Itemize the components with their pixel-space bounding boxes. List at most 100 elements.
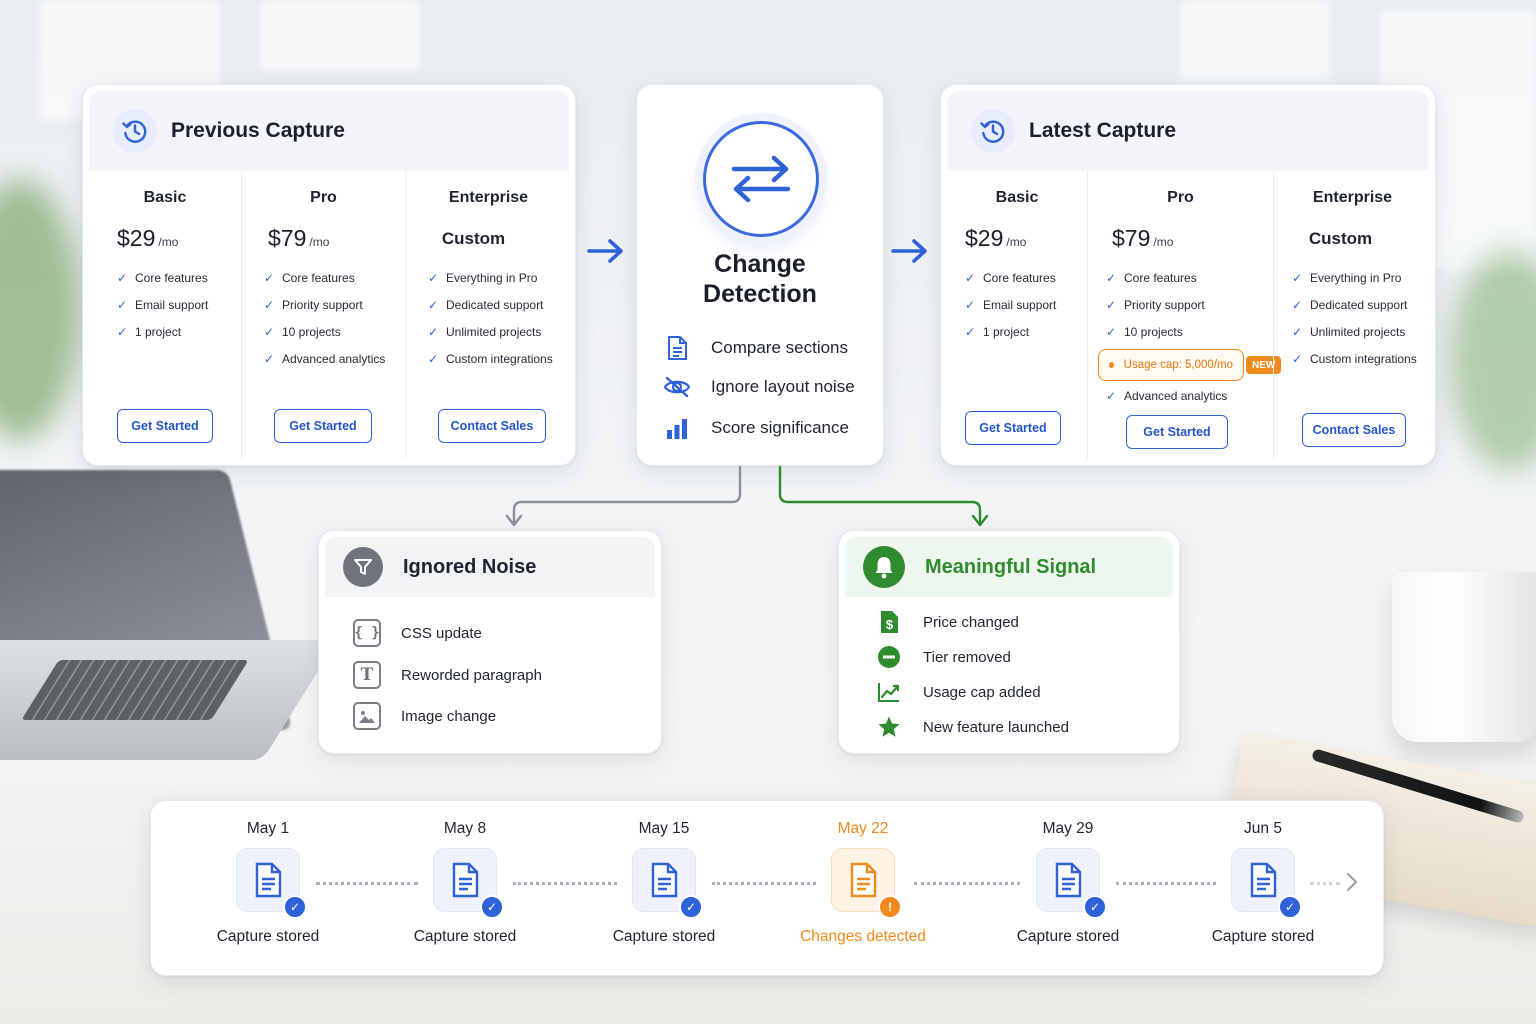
feature-item: ✓ Core features	[1106, 271, 1197, 285]
previous-capture-card: Previous Capture Basic $29/mo ✓ Core feat…	[82, 84, 576, 466]
warning-dot-icon	[1109, 362, 1114, 368]
clock-history-icon	[113, 109, 157, 153]
check-badge-icon: ✓	[679, 895, 703, 919]
eye-off-icon	[663, 376, 691, 398]
noise-item-css: { } CSS update	[353, 619, 482, 647]
feature-item: ✓ Dedicated support	[428, 298, 544, 312]
get-started-button[interactable]: Get Started	[1126, 415, 1228, 449]
price-tag-icon: $	[875, 608, 903, 636]
previous-capture-title: Previous Capture	[171, 119, 345, 142]
chevron-right-icon[interactable]	[1344, 871, 1360, 893]
document-icon: ✓	[433, 848, 504, 919]
timeline-status: Changes detected	[800, 928, 926, 945]
feature-item: ✓ Core features	[117, 271, 208, 285]
feature-item: ✓ 1 project	[965, 325, 1030, 339]
minus-circle-icon	[875, 643, 903, 671]
document-warning-icon: !	[831, 848, 902, 919]
check-badge-icon: ✓	[283, 895, 307, 919]
compare-sections-item: Compare sections	[663, 335, 848, 361]
check-icon: ✓	[264, 298, 275, 312]
change-detection-title: Change Detection	[703, 250, 817, 308]
ignored-noise-card: Ignored Noise { } CSS update T Reworded …	[318, 530, 662, 754]
document-icon: ✓	[1231, 848, 1302, 919]
check-icon: ✓	[1292, 271, 1303, 285]
check-badge-icon: ✓	[480, 895, 504, 919]
timeline-node[interactable]: May 15 ✓ Capture stored	[599, 820, 729, 946]
ignored-noise-header: Ignored Noise	[325, 537, 655, 597]
svg-text:$: $	[886, 617, 894, 632]
check-icon: ✓	[1292, 352, 1303, 366]
timeline-status: Capture stored	[1016, 928, 1120, 945]
timeline-date: May 15	[638, 820, 690, 837]
feature-item: ✓ Unlimited projects	[1292, 325, 1406, 339]
feature-item: ✓ Advanced analytics	[264, 352, 386, 366]
meaningful-signal-card: Meaningful Signal $ Price changed Tier r…	[838, 530, 1180, 754]
feature-item: ✓ Email support	[965, 298, 1057, 312]
tier-price: Custom	[441, 229, 506, 248]
timeline-node[interactable]: May 8 ✓ Capture stored	[400, 820, 530, 946]
tier-enterprise: Enterprise Custom ✓ Everything in Pro ✓ De…	[405, 171, 571, 459]
timeline-date: May 1	[246, 820, 290, 837]
contact-sales-button[interactable]: Contact Sales	[1302, 413, 1406, 447]
feature-item: ✓ 10 projects	[1106, 325, 1183, 339]
timeline-status: Capture stored	[216, 928, 320, 945]
get-started-button[interactable]: Get Started	[117, 409, 213, 443]
check-icon: ✓	[428, 298, 439, 312]
tier-name: Basic	[995, 189, 1039, 206]
check-icon: ✓	[117, 298, 128, 312]
meaningful-signal-header: Meaningful Signal	[845, 537, 1173, 597]
noise-item-text: T Reworded paragraph	[353, 661, 542, 689]
feature-item: ✓ Dedicated support	[1292, 298, 1408, 312]
image-icon	[353, 702, 381, 730]
tier-name: Basic	[143, 189, 187, 206]
check-badge-icon: ✓	[1083, 895, 1107, 919]
timeline-date: May 8	[443, 820, 487, 837]
clock-history-icon	[971, 109, 1015, 153]
timeline-date: May 29	[1042, 820, 1094, 837]
noise-item-image: Image change	[353, 702, 496, 730]
check-icon: ✓	[965, 325, 976, 339]
tier-name: Pro	[1167, 189, 1194, 206]
get-started-button[interactable]: Get Started	[274, 409, 372, 443]
check-icon: ✓	[1106, 325, 1117, 339]
feature-item: ✓ Custom integrations	[428, 352, 553, 366]
tier-basic: Basic $29/mo ✓ Core features ✓ Email suppo…	[947, 171, 1087, 459]
swap-arrows-icon	[703, 121, 819, 237]
usage-cap-highlight: Usage cap: 5,000/mo	[1098, 349, 1244, 381]
bar-chart-icon	[663, 417, 691, 439]
star-icon	[875, 713, 903, 741]
feature-item: ✓ 10 projects	[264, 325, 341, 339]
document-icon: ✓	[632, 848, 703, 919]
timeline-node-changes[interactable]: May 22 ! Changes detected	[798, 820, 928, 946]
check-icon: ✓	[428, 325, 439, 339]
tier-name: Enterprise	[448, 189, 529, 206]
ignore-layout-noise-item: Ignore layout noise	[663, 376, 855, 398]
feature-item: ✓ Email support	[117, 298, 209, 312]
signal-item-usage-cap: Usage cap added	[875, 678, 1041, 706]
timeline-status: Capture stored	[612, 928, 716, 945]
change-detection-card: Change Detection Compare sections Ignore …	[636, 84, 884, 466]
tier-enterprise: Enterprise Custom ✓ Everything in Pro ✓ De…	[1273, 171, 1431, 459]
get-started-button[interactable]: Get Started	[965, 411, 1061, 445]
contact-sales-button[interactable]: Contact Sales	[438, 409, 546, 443]
check-icon: ✓	[264, 352, 275, 366]
timeline-node[interactable]: May 29 ✓ Capture stored	[1003, 820, 1133, 946]
signal-item-tier-removed: Tier removed	[875, 643, 1011, 671]
timeline-node[interactable]: Jun 5 ✓ Capture stored	[1198, 820, 1328, 946]
previous-capture-header: Previous Capture	[89, 91, 569, 171]
tier-price: Custom	[1308, 229, 1373, 248]
feature-item: ✓ Advanced analytics	[1106, 389, 1228, 403]
timeline-status: Capture stored	[1211, 928, 1315, 945]
feature-item: ✓ Everything in Pro	[1292, 271, 1402, 285]
check-icon: ✓	[1292, 325, 1303, 339]
timeline-node[interactable]: May 1 ✓ Capture stored	[203, 820, 333, 946]
document-icon	[663, 335, 691, 361]
tier-price: $79/mo	[1112, 225, 1174, 251]
signal-item-price: $ Price changed	[875, 608, 1019, 636]
ignored-noise-title: Ignored Noise	[403, 555, 537, 578]
timeline-status: Capture stored	[413, 928, 517, 945]
check-icon: ✓	[428, 271, 439, 285]
document-icon: ✓	[1036, 848, 1107, 919]
feature-item: ✓ Core features	[965, 271, 1056, 285]
check-icon: ✓	[1106, 389, 1117, 403]
